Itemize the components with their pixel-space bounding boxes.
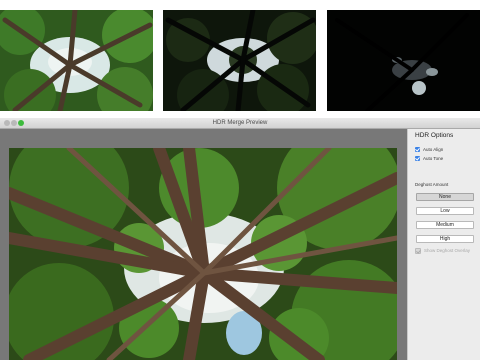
window-title: HDR Merge Preview	[212, 120, 268, 126]
forest-image	[0, 10, 153, 111]
show-deghost-overlay-label: Show Deghost Overlay	[424, 248, 471, 253]
thumbnail-exposure-normal[interactable]	[0, 10, 153, 111]
panel-title: HDR Options	[415, 132, 454, 139]
thumbnail-exposure-under[interactable]	[163, 10, 316, 111]
checkbox-checked-icon[interactable]	[415, 147, 420, 152]
deghost-amount-label: Deghost Amount	[415, 182, 449, 187]
hdr-merge-preview-window: HDR Merge Preview HDR Options Auto Align…	[0, 118, 480, 360]
auto-align-label: Auto Align	[423, 147, 444, 152]
auto-tone-checkbox[interactable]: Auto Tone	[415, 155, 443, 162]
hdr-options-panel: HDR Options Auto Align Auto Tone Deghost…	[407, 129, 480, 360]
hdr-preview-image	[9, 148, 397, 360]
checkbox-checked-icon[interactable]	[415, 156, 420, 161]
forest-image	[327, 10, 480, 111]
show-deghost-overlay-checkbox[interactable]: Show Deghost Overlay	[415, 247, 470, 254]
deghost-none-button[interactable]: None	[416, 193, 474, 201]
forest-image	[163, 10, 316, 111]
thumbnail-exposure-very-under[interactable]	[327, 10, 480, 111]
auto-tone-label: Auto Tone	[423, 156, 444, 161]
checkbox-unchecked-icon[interactable]	[415, 247, 421, 254]
title-bar[interactable]: HDR Merge Preview	[0, 118, 480, 129]
deghost-low-button[interactable]: Low	[416, 207, 474, 215]
forest-image	[9, 148, 397, 360]
deghost-high-button[interactable]: High	[416, 235, 474, 243]
auto-align-checkbox[interactable]: Auto Align	[415, 146, 443, 153]
deghost-medium-button[interactable]: Medium	[416, 221, 474, 229]
